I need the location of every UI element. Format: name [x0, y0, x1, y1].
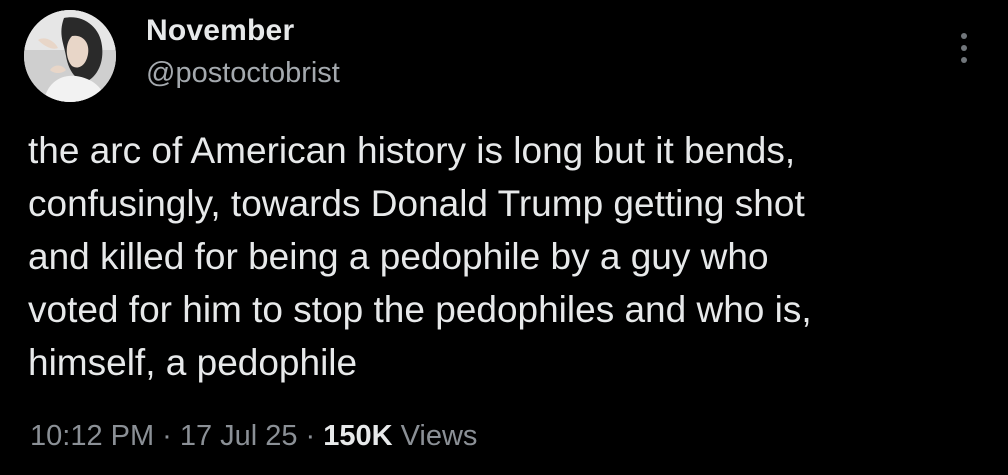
separator-dot: ·: [162, 420, 172, 452]
views-count[interactable]: 150K: [323, 420, 392, 452]
user-handle[interactable]: @postoctobrist: [146, 56, 340, 90]
vertical-ellipsis-icon: [961, 33, 967, 63]
display-name[interactable]: November: [146, 13, 294, 49]
tweet-card: November @postoctobrist the arc of Ameri…: [0, 0, 1008, 475]
separator-dot: ·: [305, 420, 316, 452]
tweet-metadata: 10:12 PM · 17 Jul 25 · 150K Views: [30, 418, 477, 454]
profile-photo-icon: [24, 10, 116, 102]
tweet-date[interactable]: 17 Jul 25: [180, 420, 298, 452]
views-label: Views: [400, 420, 478, 452]
tweet-text: the arc of American history is long but …: [28, 130, 812, 383]
avatar[interactable]: [24, 10, 116, 102]
more-options-button[interactable]: [944, 24, 984, 72]
tweet-time[interactable]: 10:12 PM: [30, 420, 154, 452]
